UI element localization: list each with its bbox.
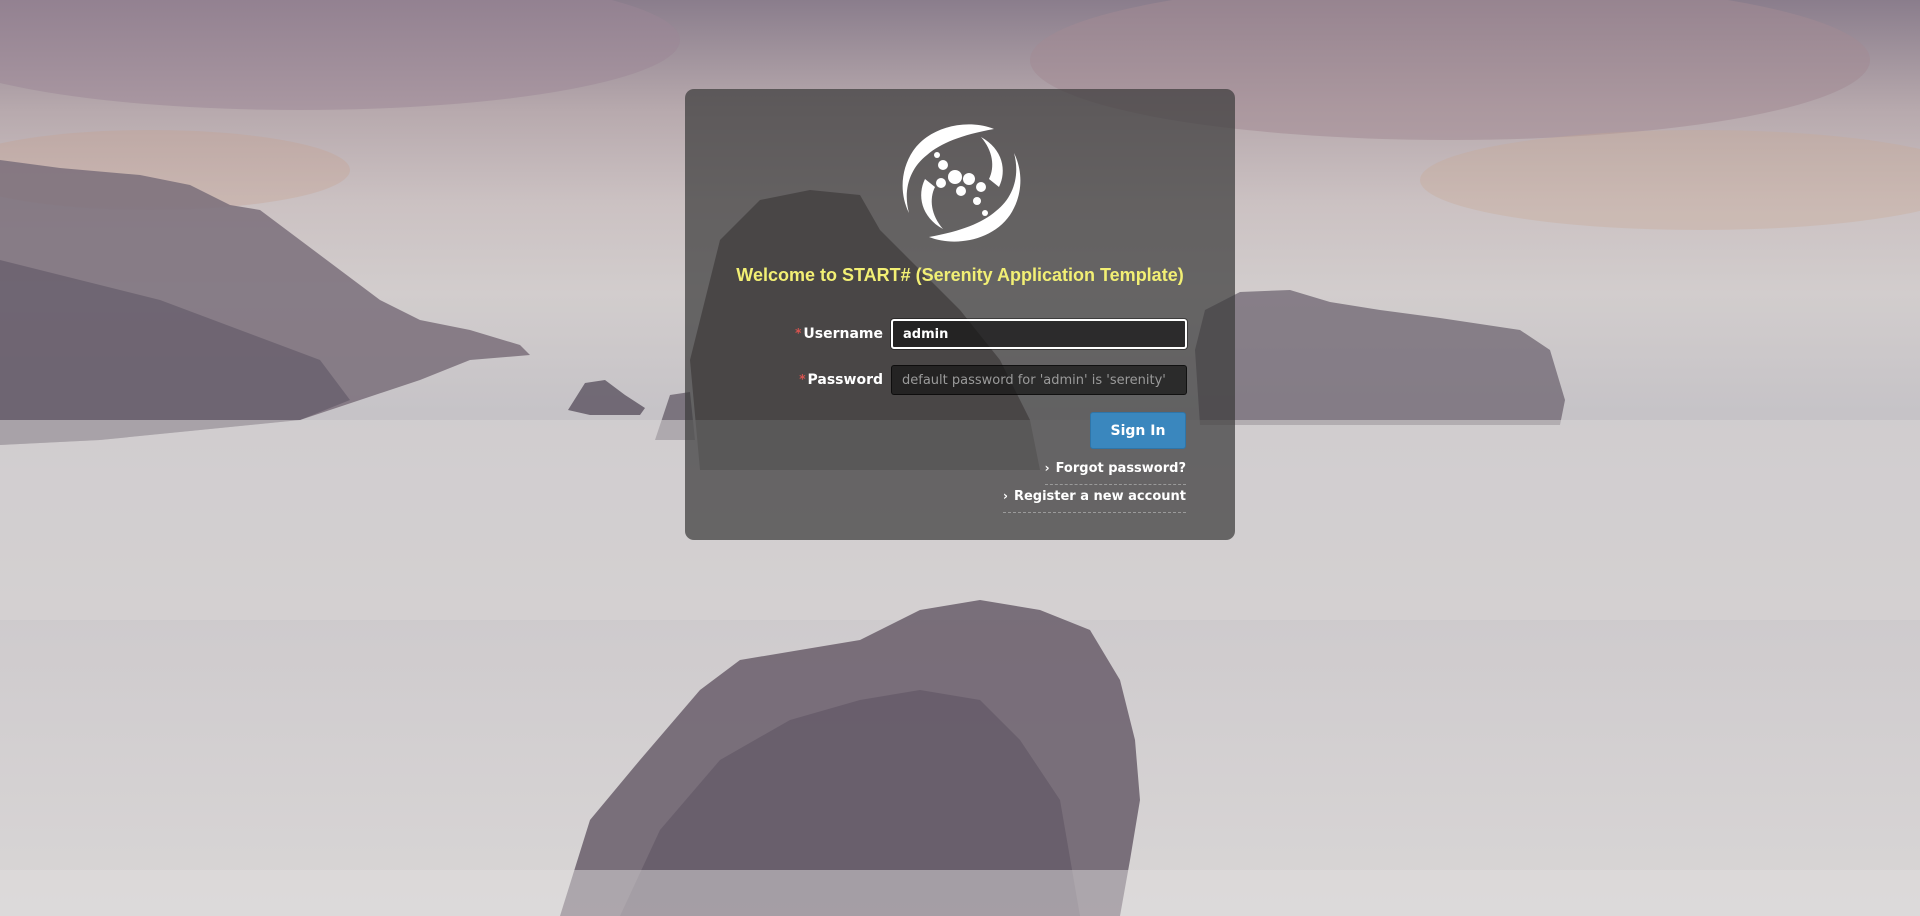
username-label-text: Username	[803, 326, 883, 342]
forgot-password-text: Forgot password?	[1055, 461, 1186, 476]
required-marker: *	[795, 326, 802, 340]
password-label: * Password	[799, 372, 883, 388]
welcome-title: Welcome to START# (Serenity Application …	[736, 265, 1184, 285]
sign-in-button[interactable]: Sign In	[1090, 412, 1186, 449]
chevron-right-icon: ›	[1044, 461, 1050, 475]
password-row: * Password	[685, 365, 1235, 395]
register-text: Register a new account	[1013, 489, 1186, 504]
chevron-right-icon: ›	[1003, 489, 1008, 503]
password-input[interactable]	[891, 365, 1187, 395]
username-input[interactable]	[891, 319, 1187, 349]
login-panel: Welcome to START# (Serenity Application …	[685, 89, 1235, 540]
register-link[interactable]: › Register a new account	[1003, 489, 1186, 513]
username-row: * Username	[685, 319, 1235, 349]
password-label-text: Password	[807, 372, 883, 388]
serenity-logo-icon	[902, 124, 1021, 242]
username-label: * Username	[795, 326, 883, 342]
forgot-password-link[interactable]: › Forgot password?	[1044, 461, 1186, 485]
required-marker: *	[799, 372, 806, 386]
